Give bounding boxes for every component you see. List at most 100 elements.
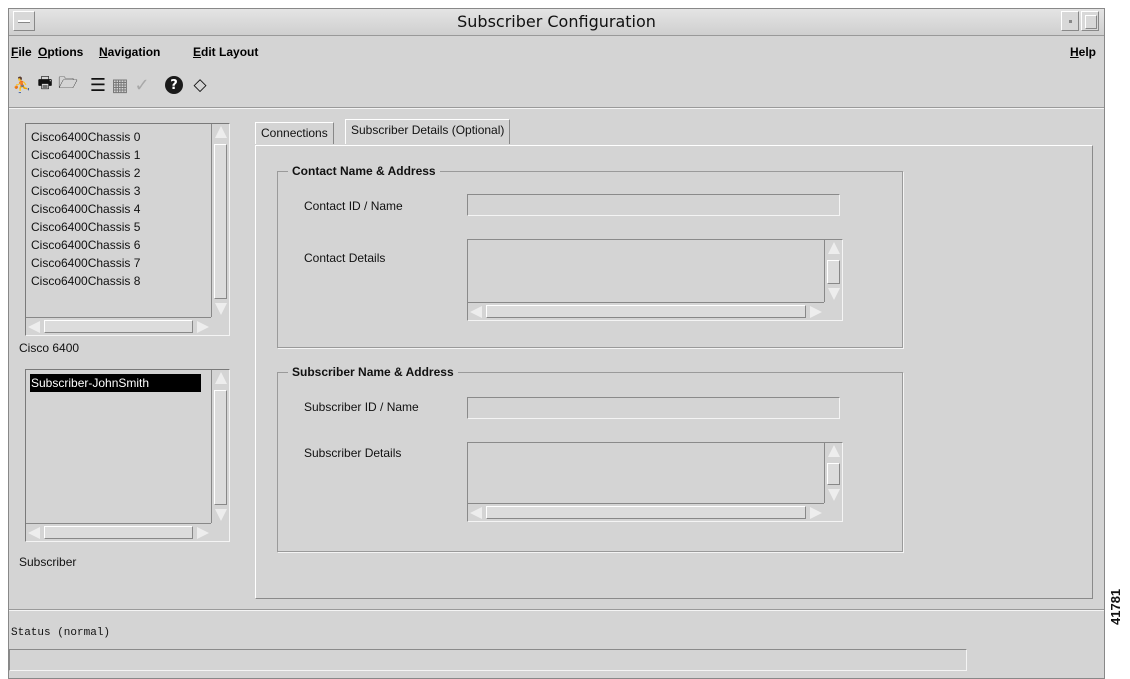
menu-options-label: ptions: [47, 45, 84, 59]
title-bar: Subscriber Configuration: [9, 9, 1104, 36]
subscriber-caption: Subscriber: [19, 555, 77, 569]
menu-help-mnemonic: H: [1070, 45, 1079, 59]
subscriber-id-label: Subscriber ID / Name: [304, 400, 419, 414]
list-item[interactable]: Cisco6400Chassis 2: [30, 164, 140, 182]
menu-options[interactable]: Options: [38, 45, 83, 59]
list-item[interactable]: Cisco6400Chassis 1: [30, 146, 140, 164]
scroll-up-icon[interactable]: [828, 445, 840, 457]
minimize-button[interactable]: [1061, 11, 1079, 31]
menu-edit-layout-mnemonic: E: [193, 45, 202, 59]
scroll-thumb[interactable]: [44, 320, 193, 333]
scroll-thumb[interactable]: [827, 260, 840, 284]
menu-help-label: elp: [1078, 45, 1097, 59]
chassis-list-vscrollbar[interactable]: [211, 124, 229, 317]
scroll-thumb[interactable]: [827, 463, 840, 485]
list-item[interactable]: Cisco6400Chassis 4: [30, 200, 140, 218]
list-item[interactable]: Subscriber-JohnSmith: [30, 374, 201, 392]
contact-details-field[interactable]: [467, 239, 843, 321]
scroll-thumb[interactable]: [214, 144, 227, 299]
help-button[interactable]: ?: [163, 73, 185, 97]
list-item[interactable]: Cisco6400Chassis 3: [30, 182, 140, 200]
contact-details-label: Contact Details: [304, 251, 386, 265]
scroll-right-icon[interactable]: [810, 306, 822, 318]
toolbar: ⛹ 🖶 🗁 ☰ ▦ ✓ ? ◇: [9, 73, 309, 99]
maximize-icon: [1085, 15, 1097, 29]
list-item[interactable]: Cisco6400Chassis 8: [30, 272, 140, 290]
subscriber-id-field[interactable]: [467, 397, 840, 419]
scroll-down-icon[interactable]: [215, 509, 227, 521]
menu-help[interactable]: Help: [1070, 45, 1096, 59]
chassis-list-hscrollbar[interactable]: [26, 317, 211, 335]
window-title: Subscriber Configuration: [457, 12, 656, 31]
scroll-left-icon[interactable]: [470, 306, 482, 318]
tab-panel: Contact Name & Address Contact ID / Name…: [255, 145, 1093, 599]
contact-id-field[interactable]: [467, 194, 840, 216]
contact-details-vscrollbar[interactable]: [824, 240, 842, 302]
subscriber-list[interactable]: Subscriber-JohnSmith: [25, 369, 230, 542]
list-item[interactable]: Cisco6400Chassis 5: [30, 218, 140, 236]
window-button[interactable]: ▦: [109, 73, 131, 97]
open-button[interactable]: 🗁: [57, 73, 79, 97]
menu-navigation-mnemonic: N: [99, 45, 108, 59]
contact-group-title: Contact Name & Address: [288, 164, 440, 178]
scroll-left-icon[interactable]: [28, 321, 40, 333]
scroll-left-icon[interactable]: [28, 527, 40, 539]
contact-id-label: Contact ID / Name: [304, 199, 403, 213]
toolbar-separator: [9, 107, 1104, 109]
tab-subscriber-details[interactable]: Subscriber Details (Optional): [345, 119, 511, 144]
minimize-icon: [1069, 20, 1072, 23]
subscriber-group: Subscriber Name & Address Subscriber ID …: [277, 365, 903, 552]
scroll-up-icon[interactable]: [828, 242, 840, 254]
chassis-caption: Cisco 6400: [19, 341, 80, 355]
print-button[interactable]: 🖶: [34, 73, 56, 97]
open-folder-icon: 🗁: [58, 72, 78, 92]
scroll-up-icon[interactable]: [215, 126, 227, 138]
chassis-list-items: Cisco6400Chassis 0 Cisco6400Chassis 1 Cisc…: [30, 128, 140, 290]
refresh-button[interactable]: ◇: [189, 73, 211, 97]
subscriber-group-title: Subscriber Name & Address: [288, 365, 458, 379]
menu-edit-layout-label: dit Layout: [201, 45, 259, 59]
menu-edit-layout[interactable]: Edit Layout: [193, 45, 258, 59]
scroll-down-icon[interactable]: [828, 489, 840, 501]
subscriber-list-hscrollbar[interactable]: [26, 523, 211, 541]
figure-id: 41781: [1108, 588, 1123, 625]
list-item[interactable]: Cisco6400Chassis 7: [30, 254, 140, 272]
menu-bar: File Options Navigation Edit Layout Help: [9, 36, 1104, 62]
menu-navigation-label: avigation: [107, 45, 161, 59]
list-item[interactable]: Cisco6400Chassis 0: [30, 128, 140, 146]
scroll-down-icon[interactable]: [215, 303, 227, 315]
subscriber-details-label: Subscriber Details: [304, 446, 402, 460]
status-field: [9, 649, 967, 671]
list-item[interactable]: Cisco6400Chassis 6: [30, 236, 140, 254]
menu-file-label: ile: [18, 45, 32, 59]
scroll-left-icon[interactable]: [470, 507, 482, 519]
subscriber-list-items: Subscriber-JohnSmith: [30, 374, 201, 392]
list-icon: ☰: [89, 74, 107, 96]
scroll-right-icon[interactable]: [197, 527, 209, 539]
apply-button[interactable]: ✓: [131, 73, 153, 97]
help-icon-glyph: ?: [170, 77, 178, 93]
scroll-right-icon[interactable]: [810, 507, 822, 519]
subscriber-details-hscrollbar[interactable]: [468, 503, 824, 521]
scroll-down-icon[interactable]: [828, 288, 840, 300]
scroll-up-icon[interactable]: [215, 372, 227, 384]
maximize-button[interactable]: [1081, 11, 1099, 31]
contact-details-hscrollbar[interactable]: [468, 302, 824, 320]
tab-connections[interactable]: Connections: [255, 122, 334, 144]
scroll-thumb[interactable]: [214, 390, 227, 505]
menu-navigation[interactable]: Navigation: [99, 45, 160, 59]
refresh-icon: ◇: [193, 75, 207, 95]
scroll-thumb[interactable]: [44, 526, 193, 539]
subscriber-details-field[interactable]: [467, 442, 843, 522]
exit-button[interactable]: ⛹: [11, 73, 33, 97]
scroll-thumb[interactable]: [486, 506, 806, 519]
help-icon: ?: [165, 76, 183, 94]
scroll-thumb[interactable]: [486, 305, 806, 318]
subscriber-list-vscrollbar[interactable]: [211, 370, 229, 523]
menu-options-mnemonic: O: [38, 45, 48, 59]
list-view-button[interactable]: ☰: [87, 73, 109, 97]
subscriber-details-vscrollbar[interactable]: [824, 443, 842, 503]
chassis-list[interactable]: Cisco6400Chassis 0 Cisco6400Chassis 1 Cisc…: [25, 123, 230, 336]
scroll-right-icon[interactable]: [197, 321, 209, 333]
menu-file[interactable]: File: [11, 45, 32, 59]
